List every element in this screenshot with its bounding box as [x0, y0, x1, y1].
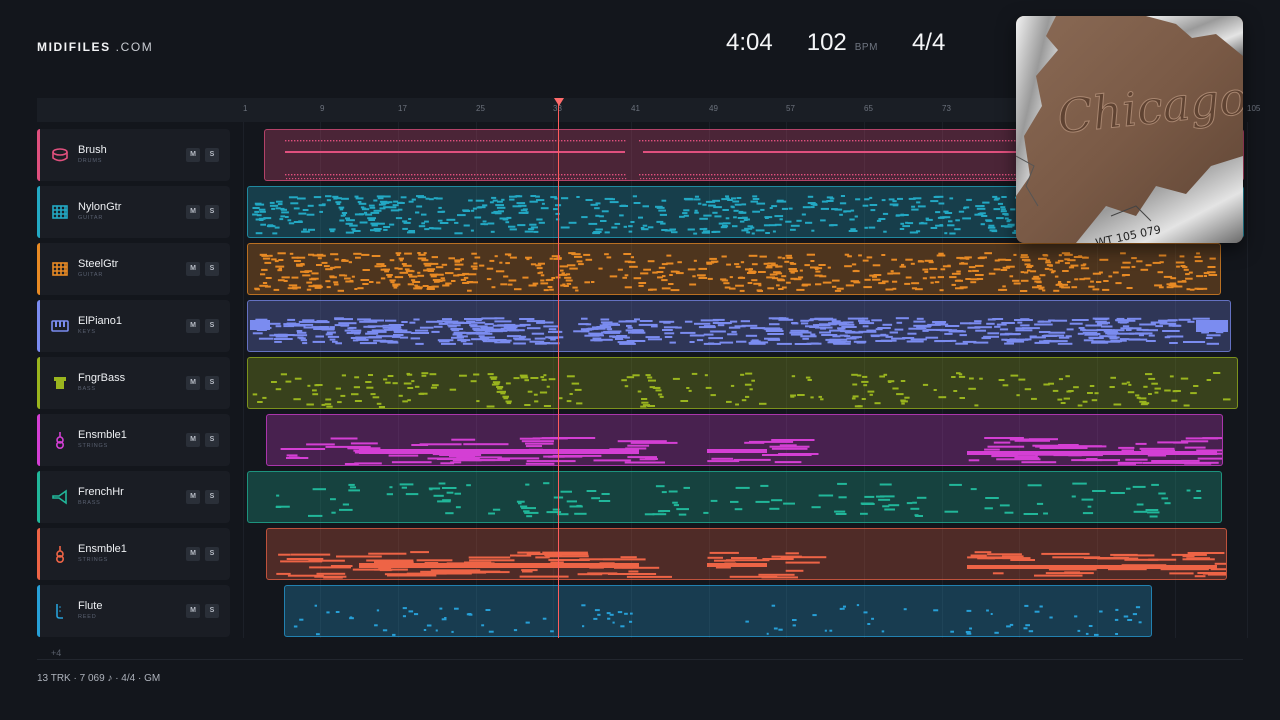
horn-icon [51, 488, 69, 506]
ruler-tick: 9 [320, 104, 325, 113]
mute-button[interactable]: M [186, 604, 200, 618]
mute-button[interactable]: M [186, 148, 200, 162]
album-cover: Chicago WT 105 079 [1016, 16, 1243, 243]
ruler-tick: 41 [631, 104, 640, 113]
track-clip-fngrbass[interactable] [247, 357, 1238, 409]
solo-button[interactable]: S [205, 547, 219, 561]
ruler-tick: 105 [1247, 104, 1261, 113]
solo-button[interactable]: S [205, 433, 219, 447]
track-name: FngrBass [78, 372, 126, 384]
track-name: FrenchHr [78, 486, 124, 498]
guitar-fretboard-icon [51, 260, 69, 278]
track-category: KEYS [78, 329, 96, 335]
tempo-readout: 102 [806, 29, 847, 56]
ruler-tick: 73 [942, 104, 951, 113]
brand-name: MIDIFILES [37, 40, 111, 54]
track-category: STRINGS [78, 443, 109, 449]
track-header-brush[interactable]: Brush DRUMS M S [37, 129, 230, 181]
solo-button[interactable]: S [205, 262, 219, 276]
track-color-stripe [37, 300, 40, 352]
violin-icon [51, 431, 69, 450]
track-name: NylonGtr [78, 201, 122, 213]
track-color-stripe [37, 585, 40, 637]
track-color-stripe [37, 357, 40, 409]
ruler-tick: 1 [243, 104, 248, 113]
track-color-stripe [37, 528, 40, 580]
track-color-stripe [37, 186, 40, 238]
bass-amp-icon [51, 374, 69, 392]
playhead-marker[interactable] [554, 98, 564, 106]
mute-button[interactable]: M [186, 205, 200, 219]
ruler-tick: 25 [476, 104, 485, 113]
track-header-flute[interactable]: Flute REED M S [37, 585, 230, 637]
mute-button[interactable]: M [186, 376, 200, 390]
mute-button[interactable]: M [186, 262, 200, 276]
solo-button[interactable]: S [205, 376, 219, 390]
track-header-frenchhr[interactable]: FrenchHr BRASS M S [37, 471, 230, 523]
mute-button[interactable]: M [186, 319, 200, 333]
track-clip-steelgtr[interactable] [247, 243, 1221, 295]
brand-suffix: .COM [110, 40, 154, 54]
track-header-ensmble1[interactable]: Ensmble1 STRINGS M S [37, 414, 230, 466]
ruler-tick: 17 [398, 104, 407, 113]
site-logo[interactable]: MIDIFILES .COM [37, 40, 153, 54]
track-category: BRASS [78, 500, 101, 506]
track-category: BASS [78, 386, 96, 392]
flute-icon [51, 602, 69, 620]
track-category: GUITAR [78, 272, 104, 278]
track-category: DRUMS [78, 158, 103, 164]
track-category: REED [78, 614, 97, 620]
grid-line [243, 122, 244, 638]
track-clip-frenchhr[interactable] [247, 471, 1222, 523]
solo-button[interactable]: S [205, 490, 219, 504]
track-color-stripe [37, 414, 40, 466]
track-name: Ensmble1 [78, 543, 127, 555]
guitar-fretboard-icon [51, 203, 69, 221]
track-clip-elpiano1[interactable] [247, 300, 1231, 352]
track-header-steelgtr[interactable]: SteelGtr GUITAR M S [37, 243, 230, 295]
track-name: ElPiano1 [78, 315, 123, 327]
piano-keys-icon [51, 317, 69, 335]
drum-icon [51, 146, 69, 164]
track-name: Flute [78, 600, 103, 612]
mute-button[interactable]: M [186, 547, 200, 561]
track-clip-ensmble1[interactable] [266, 414, 1223, 466]
track-name: Brush [78, 144, 107, 156]
duration-readout: 4:04 [726, 29, 773, 56]
track-category: GUITAR [78, 215, 104, 221]
track-header-fngrbass[interactable]: FngrBass BASS M S [37, 357, 230, 409]
mute-button[interactable]: M [186, 490, 200, 504]
track-category: STRINGS [78, 557, 109, 563]
track-color-stripe [37, 471, 40, 523]
ruler-tick: 57 [786, 104, 795, 113]
solo-button[interactable]: S [205, 148, 219, 162]
ruler-tick: 65 [864, 104, 873, 113]
time-signature-readout: 4/4 [911, 29, 946, 56]
track-name: SteelGtr [78, 258, 119, 270]
ruler-tick: 49 [709, 104, 718, 113]
song-stats: 4:04 102 BPM 4/4 [726, 29, 945, 57]
footer-summary: 13 TRK · 7 069 ♪ · 4/4 · GM [37, 673, 161, 684]
mute-button[interactable]: M [186, 433, 200, 447]
solo-button[interactable]: S [205, 604, 219, 618]
track-color-stripe [37, 129, 40, 181]
track-color-stripe [37, 243, 40, 295]
track-header-elpiano1[interactable]: ElPiano1 KEYS M S [37, 300, 230, 352]
grid-line [1247, 122, 1248, 638]
track-clip-flute[interactable] [284, 585, 1152, 637]
track-clip-ensmble1[interactable] [266, 528, 1227, 580]
solo-button[interactable]: S [205, 205, 219, 219]
tempo-unit-label: BPM [854, 42, 878, 53]
track-name: Ensmble1 [78, 429, 127, 441]
solo-button[interactable]: S [205, 319, 219, 333]
violin-icon [51, 545, 69, 564]
footer-divider [37, 659, 1243, 660]
playhead-line[interactable] [558, 104, 559, 638]
more-tracks-indicator[interactable]: +4 [51, 648, 61, 658]
track-header-nylongtr[interactable]: NylonGtr GUITAR M S [37, 186, 230, 238]
track-header-ensmble1[interactable]: Ensmble1 STRINGS M S [37, 528, 230, 580]
